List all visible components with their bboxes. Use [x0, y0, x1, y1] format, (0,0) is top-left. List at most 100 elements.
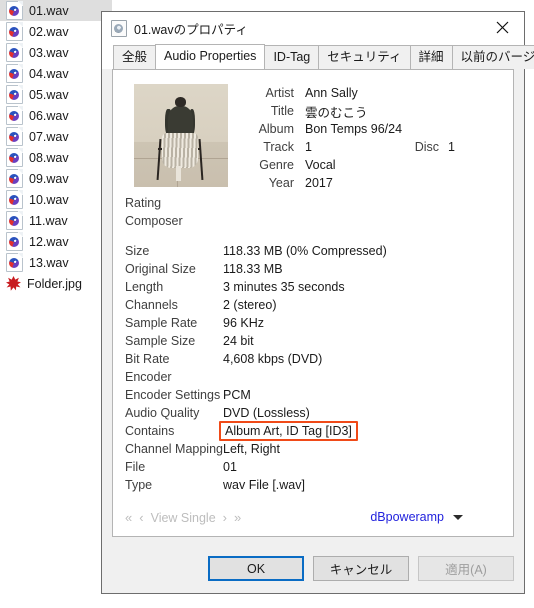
list-item[interactable]: 09.wav [0, 168, 112, 189]
encoder-settings-label: Encoder Settings [125, 388, 221, 402]
list-item[interactable]: Folder.jpg [0, 273, 112, 294]
type-value: wav File [.wav] [223, 478, 305, 492]
rating-row: Rating [125, 194, 223, 212]
audio-quality-label: Audio Quality [125, 406, 200, 420]
caret-down-icon[interactable] [453, 514, 463, 520]
composer-label: Composer [125, 214, 183, 228]
list-item[interactable]: 06.wav [0, 105, 112, 126]
length-value: 3 minutes 35 seconds [223, 280, 345, 294]
tab-details[interactable]: 詳細 [409, 45, 453, 69]
audio-quality-row: Audio Quality DVD (Lossless) [125, 404, 354, 422]
chevron-left-icon[interactable]: ‹ [139, 510, 143, 525]
wav-file-icon [6, 253, 23, 272]
list-item[interactable]: 08.wav [0, 147, 112, 168]
size-value: 118.33 MB (0% Compressed) [223, 244, 387, 258]
sample-rate-row: Sample Rate 96 KHz [125, 314, 387, 332]
album-row: Album Bon Temps 96/24 [238, 120, 455, 138]
wav-file-icon [6, 64, 23, 83]
file-name: 08.wav [29, 150, 69, 165]
audio-file-icon [111, 19, 127, 37]
channels-value: 2 (stereo) [223, 298, 277, 312]
genre-label: Genre [259, 158, 294, 172]
artist-label: Artist [265, 86, 294, 100]
file-name: 03.wav [29, 45, 69, 60]
list-item[interactable]: 01.wav [0, 0, 112, 21]
file-name: Folder.jpg [27, 276, 82, 291]
list-item[interactable]: 11.wav [0, 210, 112, 231]
track-disc-row: Track 1 Disc 1 [238, 138, 455, 156]
track-label: Track [263, 140, 294, 154]
rating-composer-group: Rating Composer [125, 194, 223, 230]
disc-value: 1 [448, 140, 455, 154]
list-item[interactable]: 05.wav [0, 84, 112, 105]
apply-button[interactable]: 適用(A) [418, 556, 514, 581]
year-label: Year [268, 176, 294, 190]
encoder-settings-value: PCM [223, 388, 251, 402]
contains-row: Contains Album Art, ID Tag [ID3] [125, 421, 358, 441]
type-label: Type [125, 478, 153, 492]
type-row: Type wav File [.wav] [125, 476, 354, 494]
file-list[interactable]: 01.wav 02.wav 03.wav 04.wav 05.wav 06.wa… [0, 0, 112, 608]
composer-row: Composer [125, 212, 223, 230]
list-item[interactable]: 13.wav [0, 252, 112, 273]
sample-rate-value: 96 KHz [223, 316, 264, 330]
year-value: 2017 [305, 176, 333, 190]
album-art[interactable] [134, 84, 228, 187]
list-item[interactable]: 03.wav [0, 42, 112, 63]
bit-rate-row: Bit Rate 4,608 kbps (DVD) [125, 350, 387, 368]
tag-metadata: Artist Ann Sally Title 雲のむこう Album Bon T… [238, 84, 455, 192]
chevron-double-left-icon[interactable]: « [125, 510, 132, 525]
list-item[interactable]: 10.wav [0, 189, 112, 210]
list-item[interactable]: 02.wav [0, 21, 112, 42]
sample-size-value: 24 bit [223, 334, 254, 348]
encoder-row: Encoder [125, 368, 354, 386]
year-row: Year 2017 [238, 174, 455, 192]
ok-button[interactable]: OK [208, 556, 304, 581]
original-size-label: Original Size [125, 262, 196, 276]
bit-rate-value: 4,608 kbps (DVD) [223, 352, 323, 366]
list-item[interactable]: 04.wav [0, 63, 112, 84]
file-value: 01 [223, 460, 237, 474]
record-navigator[interactable]: « ‹ View Single › » [125, 510, 241, 525]
original-size-row: Original Size 118.33 MB [125, 260, 387, 278]
file-name: 05.wav [29, 87, 69, 102]
dbpoweramp-menu[interactable]: dBpoweramp [370, 510, 463, 524]
tab-previous-versions[interactable]: 以前のバージョン [451, 45, 534, 69]
album-label: Album [258, 122, 294, 136]
tab-security[interactable]: セキュリティ [318, 45, 411, 69]
wav-file-icon [6, 148, 23, 167]
dialog-titlebar: 01.wavのプロパティ [102, 12, 524, 44]
artist-value: Ann Sally [305, 86, 358, 100]
chevron-double-right-icon[interactable]: » [234, 510, 241, 525]
tab-general[interactable]: 全般 [113, 45, 157, 69]
cancel-button[interactable]: キャンセル [313, 556, 409, 581]
wav-file-icon [6, 106, 23, 125]
bit-rate-label: Bit Rate [125, 352, 170, 366]
tab-audio-properties[interactable]: Audio Properties [155, 44, 266, 69]
length-label: Length [125, 280, 164, 294]
chevron-right-icon[interactable]: › [223, 510, 227, 525]
title-value: 雲のむこう [305, 105, 368, 120]
artist-row: Artist Ann Sally [238, 84, 455, 102]
size-label: Size [125, 244, 150, 258]
file-name: 01.wav [29, 3, 69, 18]
encoder-label: Encoder [125, 370, 172, 384]
original-size-value: 118.33 MB [223, 262, 283, 276]
file-name: 13.wav [29, 255, 69, 270]
close-icon[interactable] [480, 12, 524, 43]
channels-label: Channels [125, 298, 178, 312]
tab-bar[interactable]: 全般 Audio Properties ID-Tag セキュリティ 詳細 以前の… [102, 44, 534, 69]
title-row: Title 雲のむこう [238, 102, 455, 120]
file-label: File [125, 460, 146, 474]
audio-quality-value: DVD (Lossless) [223, 406, 310, 420]
dbpoweramp-link[interactable]: dBpoweramp [370, 510, 444, 524]
sample-rate-label: Sample Rate [125, 316, 198, 330]
list-item[interactable]: 12.wav [0, 231, 112, 252]
dialog-buttons: OK キャンセル 適用(A) [208, 556, 514, 581]
channel-mapping-label: Channel Mapping [125, 442, 223, 456]
wav-file-icon [6, 43, 23, 62]
audio-properties-panel: Artist Ann Sally Title 雲のむこう Album Bon T… [112, 69, 514, 537]
tab-id-tag[interactable]: ID-Tag [264, 45, 320, 69]
view-mode-label[interactable]: View Single [151, 511, 216, 525]
list-item[interactable]: 07.wav [0, 126, 112, 147]
